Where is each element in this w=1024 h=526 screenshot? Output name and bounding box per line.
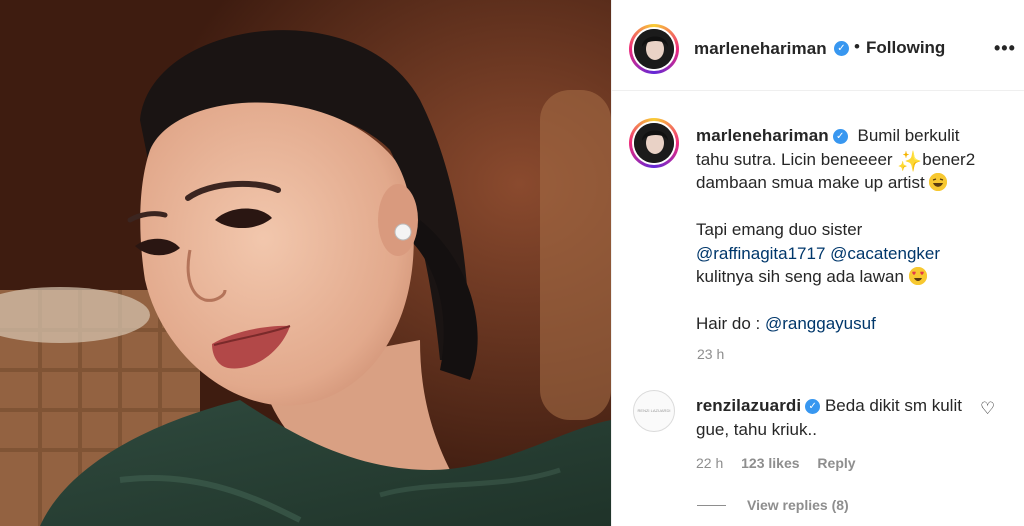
more-options-icon[interactable]: •••: [994, 38, 1016, 59]
verified-badge-icon: ✓: [832, 129, 848, 145]
portrait-image: [0, 0, 611, 526]
author-avatar[interactable]: [629, 24, 679, 74]
avatar-photo-icon: [634, 29, 674, 69]
caption-text: marlenehariman ✓ Bumil berkulit tahu sutr…: [696, 124, 996, 336]
caption-author-username[interactable]: marlenehariman: [696, 126, 829, 145]
post-details-panel: marlenehariman ✓ • Following ••• marlene…: [611, 0, 1024, 526]
avatar-photo-icon: [634, 123, 674, 163]
mention-link[interactable]: @ranggayusuf: [765, 314, 876, 333]
commenter-avatar[interactable]: RENZI LAZUARDI: [633, 390, 675, 432]
sparkles-emoji-icon: ✨: [897, 150, 923, 173]
following-button[interactable]: Following: [866, 38, 945, 58]
caption-paragraph-2-end: kulitnya sih seng ada lawan: [696, 267, 904, 286]
mention-link[interactable]: @cacatengker: [830, 244, 940, 263]
hair-credit-label: Hair do :: [696, 314, 761, 333]
verified-badge-icon: ✓: [805, 399, 821, 415]
caption-author-avatar[interactable]: [629, 118, 679, 168]
comment-body: renzilazuardi ✓ Beda dikit sm kulit gue, …: [696, 394, 976, 441]
view-replies-button[interactable]: View replies (8): [747, 497, 849, 513]
verified-badge-icon: ✓: [834, 41, 849, 56]
comment-likes[interactable]: 123 likes: [741, 455, 799, 471]
caption-paragraph-2: Tapi emang duo sister: [696, 220, 863, 239]
separator-dot: •: [854, 37, 860, 56]
author-username[interactable]: marlenehariman: [694, 39, 827, 59]
caption-timestamp[interactable]: 23 h: [697, 346, 724, 362]
reply-button[interactable]: Reply: [817, 455, 855, 471]
heart-eyes-emoji-icon: [908, 267, 927, 285]
comment-timestamp[interactable]: 22 h: [696, 455, 723, 471]
laughing-emoji-icon: [929, 173, 948, 191]
mention-link[interactable]: @raffinagita1717: [696, 244, 825, 263]
post-header: marlenehariman ✓ • Following •••: [612, 3, 1024, 91]
post-photo[interactable]: [0, 0, 611, 526]
comment-meta: 22 h 123 likes Reply: [696, 455, 870, 471]
commenter-username[interactable]: renzilazuardi: [696, 396, 801, 415]
view-replies-divider: [697, 505, 726, 506]
like-comment-heart-icon[interactable]: ♡: [980, 399, 995, 419]
